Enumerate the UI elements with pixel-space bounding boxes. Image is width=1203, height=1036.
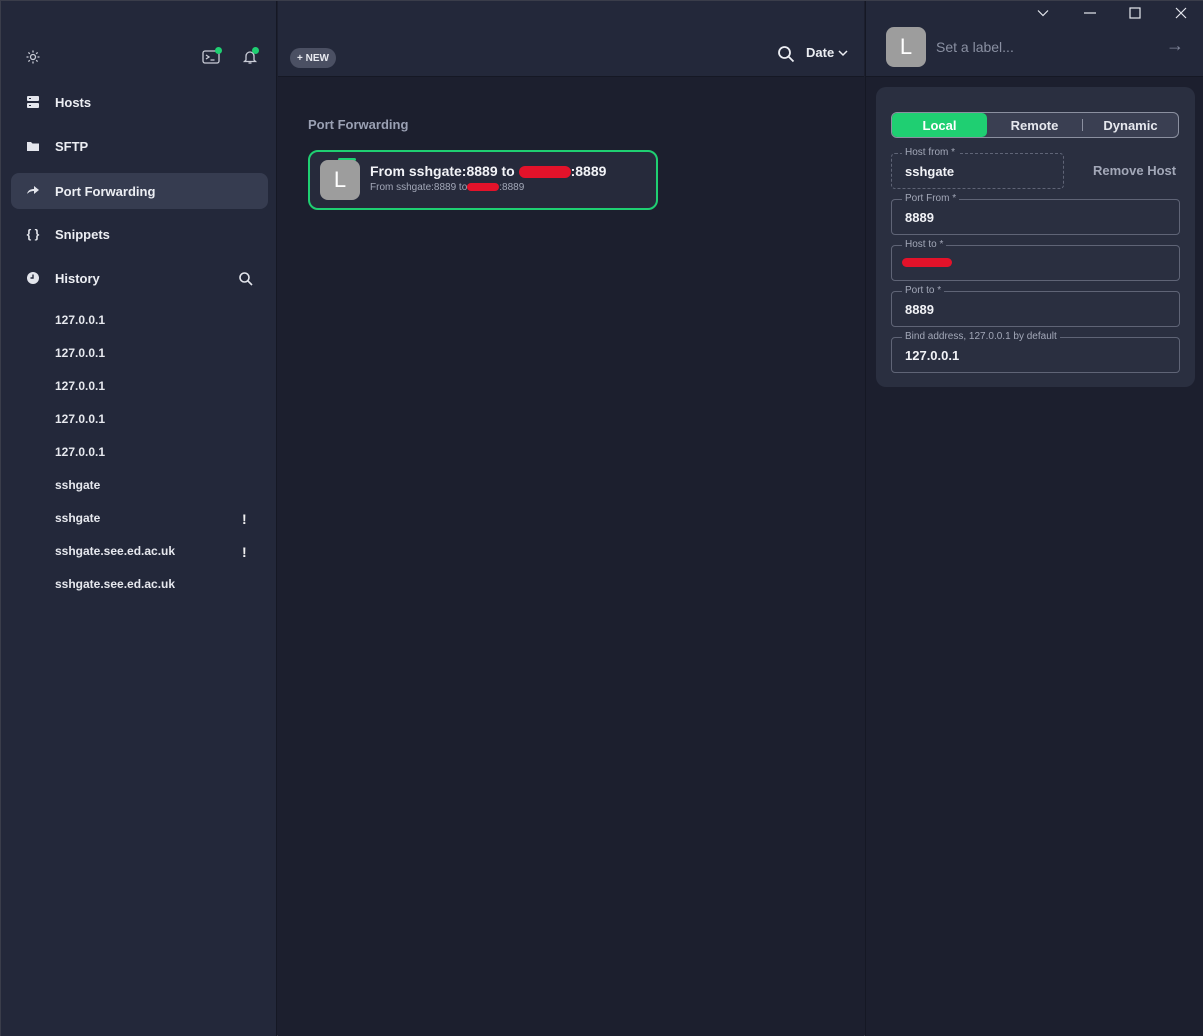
history-item[interactable]: 127.0.0.1 — [55, 313, 105, 327]
settings-gear-icon[interactable] — [22, 46, 44, 68]
hosts-icon — [25, 94, 41, 110]
main-content: + NEW Date Port Forwarding L From sshgat… — [278, 1, 864, 1036]
redacted-host — [467, 183, 500, 192]
bind-address-label: Bind address, 127.0.0.1 by default — [902, 331, 1060, 342]
port-from-input[interactable] — [905, 210, 1155, 225]
sidebar: Hosts SFTP Port Forwarding { } Snippets … — [1, 1, 277, 1036]
editor-panel: L → Local Remote Dynamic Host from * Rem… — [865, 1, 1203, 1036]
sidebar-item-snippets[interactable]: { } Snippets — [11, 216, 268, 252]
app-window: Hosts SFTP Port Forwarding { } Snippets … — [0, 0, 1203, 1036]
card-title: From sshgate:8889 to :8889 — [370, 163, 606, 179]
sidebar-item-label: Hosts — [55, 94, 92, 110]
host-from-label: Host from * — [902, 147, 959, 158]
sidebar-header — [1, 1, 277, 81]
card-sub-prefix: From sshgate:8889 to — [370, 182, 468, 193]
card-title-prefix: From sshgate:8889 to — [370, 163, 515, 179]
port-forwarding-card[interactable]: L From sshgate:8889 to :8889 From sshgat… — [308, 150, 658, 210]
history-item[interactable]: sshgate.see.ed.ac.uk — [55, 577, 175, 591]
history-item[interactable]: 127.0.0.1 — [55, 412, 105, 426]
port-to-field[interactable]: Port to * — [891, 285, 1180, 327]
sidebar-item-sftp[interactable]: SFTP — [11, 128, 268, 164]
port-from-label: Port From * — [902, 193, 960, 204]
sidebar-item-port-forwarding[interactable]: Port Forwarding — [11, 173, 268, 209]
notifications-bell-icon[interactable] — [239, 46, 261, 68]
history-item[interactable]: sshgate — [55, 511, 100, 525]
host-from-field[interactable]: Host from * — [891, 147, 1064, 189]
bind-address-field[interactable]: Bind address, 127.0.0.1 by default — [891, 331, 1180, 373]
sidebar-item-label: SFTP — [55, 138, 89, 154]
folder-icon — [25, 138, 41, 154]
sort-dropdown[interactable]: Date — [806, 45, 848, 60]
port-to-input[interactable] — [905, 302, 1155, 317]
search-icon[interactable] — [775, 43, 797, 65]
minimize-icon[interactable] — [1080, 5, 1100, 21]
card-subtitle: From sshgate:8889 to :8889 — [370, 182, 524, 193]
maximize-icon[interactable] — [1125, 5, 1145, 21]
remove-host-button[interactable]: Remove Host — [1093, 163, 1176, 178]
arrow-right-icon[interactable]: → — [1166, 35, 1184, 56]
redacted-host — [518, 166, 571, 179]
sidebar-item-label: Snippets — [55, 226, 110, 242]
sidebar-item-history[interactable]: History — [11, 260, 268, 296]
braces-icon: { } — [26, 227, 40, 241]
card-sub-suffix: :8889 — [499, 182, 525, 193]
forwarding-form: Local Remote Dynamic Host from * Remove … — [876, 87, 1195, 387]
section-title: Port Forwarding — [308, 117, 409, 132]
port-forwarding-icon — [25, 183, 41, 199]
rule-avatar: L — [320, 160, 360, 200]
redacted-host — [902, 258, 952, 267]
terminal-status-dot — [215, 47, 222, 54]
window-dropdown-icon[interactable] — [1033, 5, 1053, 21]
chevron-down-icon — [838, 50, 848, 57]
bind-address-input[interactable] — [905, 348, 1155, 363]
history-item[interactable]: 127.0.0.1 — [55, 379, 105, 393]
card-title-suffix: :8889 — [570, 163, 607, 179]
tab-remote[interactable]: Remote — [987, 113, 1082, 137]
sidebar-item-hosts[interactable]: Hosts — [11, 84, 268, 120]
history-clock-icon — [25, 270, 41, 286]
label-input[interactable] — [936, 38, 1146, 56]
host-from-input[interactable] — [905, 164, 1055, 179]
editor-header: L → — [866, 1, 1203, 77]
history-item[interactable]: sshgate.see.ed.ac.uk — [55, 544, 175, 558]
tab-local[interactable]: Local — [892, 113, 987, 137]
sort-label: Date — [806, 45, 835, 60]
port-from-field[interactable]: Port From * — [891, 193, 1180, 235]
history-item[interactable]: 127.0.0.1 — [55, 346, 105, 360]
forwarding-type-selector: Local Remote Dynamic — [891, 112, 1179, 138]
history-search-icon[interactable] — [235, 268, 257, 290]
sidebar-item-label: Port Forwarding — [55, 183, 156, 199]
notification-status-dot — [252, 47, 259, 54]
warning-icon: ! — [242, 544, 247, 560]
sidebar-item-label: History — [55, 270, 100, 286]
tab-dynamic[interactable]: Dynamic — [1083, 113, 1178, 137]
port-to-label: Port to * — [902, 285, 945, 296]
close-icon[interactable] — [1171, 5, 1191, 21]
history-item[interactable]: 127.0.0.1 — [55, 445, 105, 459]
terminal-icon[interactable] — [200, 46, 222, 68]
warning-icon: ! — [242, 511, 247, 527]
editor-avatar: L — [886, 27, 926, 67]
history-item[interactable]: sshgate — [55, 478, 100, 492]
host-to-field[interactable]: Host to * — [891, 239, 1180, 281]
main-toolbar: + NEW Date — [278, 1, 864, 77]
host-to-label: Host to * — [902, 239, 947, 250]
new-rule-button[interactable]: + NEW — [290, 48, 336, 68]
